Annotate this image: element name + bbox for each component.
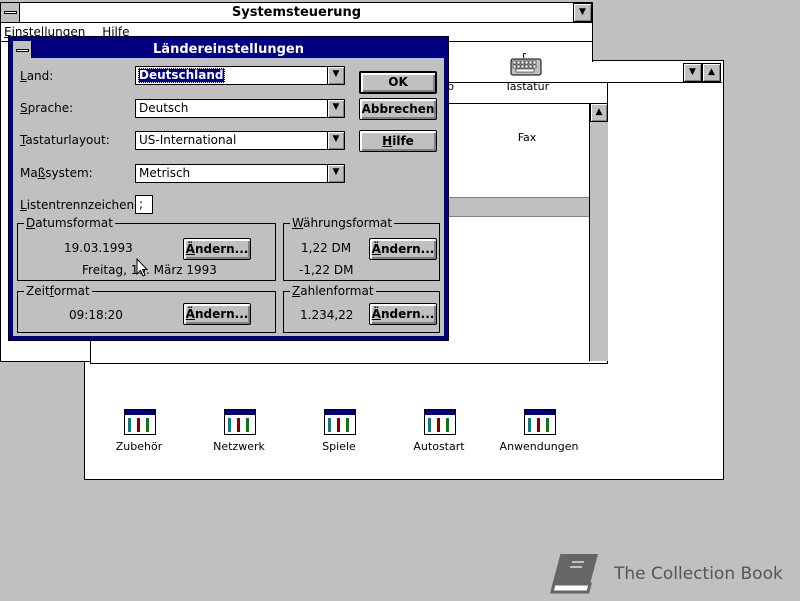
system-menu-button[interactable] <box>1 3 20 22</box>
program-group-icon[interactable] <box>124 409 156 435</box>
date-short-value: 19.03.1993 <box>64 241 133 255</box>
currency-format-title: Währungsformat <box>290 216 395 230</box>
land-label: Land: <box>20 69 54 83</box>
number-format-group: Zahlenformat 1.234,22 Ändern... <box>283 284 440 333</box>
watermark: The Collection Book <box>548 550 788 598</box>
change-currency-format-button[interactable]: Ändern... <box>369 238 437 260</box>
regional-settings-dialog: Ländereinstellungen Land: Deutschland ▼ … <box>8 36 449 341</box>
sprache-value: Deutsch <box>139 101 189 115</box>
change-time-format-button[interactable]: Ändern... <box>183 303 251 325</box>
group-spiele-label[interactable]: Spiele <box>294 440 384 453</box>
ok-button[interactable]: OK <box>359 71 437 94</box>
fax-icon-label[interactable]: Fax <box>482 131 572 144</box>
sprache-select[interactable]: Deutsch ▼ <box>135 99 345 118</box>
cancel-button[interactable]: Abbrechen <box>359 98 437 120</box>
help-button[interactable]: Hilfe <box>359 130 437 152</box>
control-panel-titlebar[interactable]: Systemsteuerung ▼ <box>1 3 592 23</box>
control-panel-title: Systemsteuerung <box>231 5 362 20</box>
scroll-up-button[interactable]: ▲ <box>590 103 608 122</box>
program-group-icon[interactable] <box>324 409 356 435</box>
control-panel-scrollbar[interactable]: ▲ <box>589 103 608 361</box>
listen-input[interactable]: ; <box>135 195 153 214</box>
dialog-titlebar[interactable]: Ländereinstellungen <box>13 41 444 58</box>
mass-label: Maßsystem: <box>20 166 93 180</box>
group-maximize-button[interactable]: ▲ <box>702 63 721 82</box>
group-netzwerk-label[interactable]: Netzwerk <box>194 440 284 453</box>
currency-format-group: Währungsformat 1,22 DM -1,22 DM Ändern..… <box>283 216 440 281</box>
number-value: 1.234,22 <box>300 308 354 322</box>
program-group-icon[interactable] <box>524 409 556 435</box>
time-format-title: Zeitformat <box>24 284 92 298</box>
currency-negative-value: -1,22 DM <box>299 263 354 277</box>
chevron-down-icon[interactable]: ▼ <box>327 132 344 149</box>
chevron-down-icon[interactable]: ▼ <box>327 67 344 84</box>
listen-value: ; <box>139 197 144 211</box>
land-select[interactable]: Deutschland ▼ <box>135 66 345 85</box>
mass-value: Metrisch <box>139 166 191 180</box>
chevron-down-icon[interactable]: ▼ <box>327 100 344 117</box>
date-long-value: Freitag, 19. März 1993 <box>82 263 217 277</box>
mass-select[interactable]: Metrisch ▼ <box>135 164 345 183</box>
keyboard-icon-label: Tastatur <box>504 80 550 93</box>
watermark-text: The Collection Book <box>614 564 783 584</box>
dialog-body: Ländereinstellungen Land: Deutschland ▼ … <box>13 41 444 336</box>
dialog-system-menu-button[interactable] <box>13 41 32 58</box>
mouse-cursor-icon <box>136 257 149 281</box>
change-number-format-button[interactable]: Ändern... <box>369 303 437 325</box>
group-anwendungen-label[interactable]: Anwendungen <box>494 440 584 453</box>
tastatur-select[interactable]: US-International ▼ <box>135 131 345 150</box>
time-format-group: Zeitformat 09:18:20 Ändern... <box>17 284 276 333</box>
group-zubehoer-label[interactable]: Zubehör <box>94 440 184 453</box>
chevron-down-icon[interactable]: ▼ <box>327 165 344 182</box>
group-dropdown-button[interactable]: ▼ <box>683 63 702 82</box>
tastatur-label: Tastaturlayout: <box>20 133 110 147</box>
book-logo-icon <box>548 550 602 601</box>
minimize-button[interactable]: ▼ <box>573 3 592 22</box>
change-date-format-button[interactable]: Ändern... <box>183 238 251 260</box>
sprache-label: Sprache: <box>20 101 74 115</box>
time-value: 09:18:20 <box>69 308 123 322</box>
listen-label: Listentrennzeichen: <box>20 198 139 212</box>
group-autostart-label[interactable]: Autostart <box>394 440 484 453</box>
dialog-title: Ländereinstellungen <box>153 42 304 57</box>
date-format-title: Datumsformat <box>24 216 115 230</box>
program-group-icon[interactable] <box>424 409 456 435</box>
keyboard-icon[interactable] <box>510 52 542 78</box>
currency-positive-value: 1,22 DM <box>301 241 352 255</box>
program-group-icon[interactable] <box>224 409 256 435</box>
tastatur-value: US-International <box>139 133 237 147</box>
land-value: Deutschland <box>138 68 225 83</box>
number-format-title: Zahlenformat <box>290 284 376 298</box>
